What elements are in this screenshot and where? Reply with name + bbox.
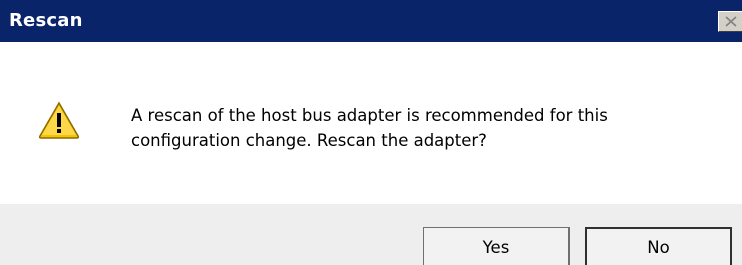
title-bar[interactable]: Rescan <box>0 0 742 42</box>
message-line-1: A rescan of the host bus adapter is reco… <box>131 106 608 125</box>
no-button[interactable]: No <box>585 227 732 265</box>
message-line-2: configuration change. Rescan the adapter… <box>131 131 487 150</box>
yes-button[interactable]: Yes <box>423 227 570 265</box>
close-button[interactable] <box>718 11 742 32</box>
button-bar: Yes No <box>0 204 742 265</box>
rescan-dialog: Rescan A rescan of the host bus adapter … <box>0 0 742 265</box>
close-icon <box>725 16 737 27</box>
window-title: Rescan <box>9 10 83 31</box>
message-text: A rescan of the host bus adapter is reco… <box>131 103 731 153</box>
warning-icon <box>38 101 80 139</box>
message-area: A rescan of the host bus adapter is reco… <box>0 42 742 204</box>
